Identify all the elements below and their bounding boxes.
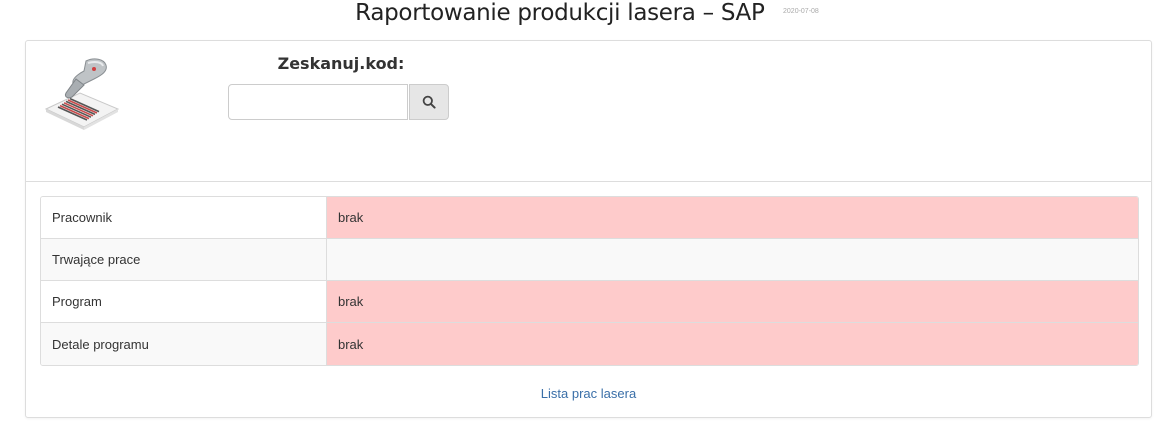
program-details-label: Detale programu — [41, 323, 327, 365]
table-row-program: Program brak — [41, 281, 1138, 323]
table-row-program-details: Detale programu brak — [41, 323, 1138, 365]
program-label: Program — [41, 281, 327, 322]
page-header: Raportowanie produkcji lasera – SAP 2020… — [0, 0, 1174, 32]
laser-work-list-link[interactable]: Lista prac lasera — [26, 386, 1151, 401]
program-details-value: brak — [327, 323, 1138, 365]
scan-code-input[interactable] — [228, 84, 408, 120]
ongoing-work-value — [327, 239, 1138, 280]
table-row-ongoing-work: Trwające prace — [41, 239, 1138, 281]
employee-label: Pracownik — [41, 197, 327, 238]
ongoing-work-label: Trwające prace — [41, 239, 327, 280]
main-panel: Zeskanuj.kod: Pracownik brak Trwające pr… — [25, 40, 1152, 418]
search-button[interactable] — [409, 84, 449, 120]
status-table: Pracownik brak Trwające prace Program br… — [40, 196, 1139, 366]
barcode-scanner-icon — [44, 58, 120, 130]
version-date: 2020-07-08 — [783, 8, 819, 15]
scan-code-label: Zeskanuj.kod: — [277, 54, 405, 73]
search-icon — [422, 95, 436, 109]
program-value: brak — [327, 281, 1138, 322]
employee-value: brak — [327, 197, 1138, 238]
table-row-employee: Pracownik brak — [41, 197, 1138, 239]
page-title: Raportowanie produkcji lasera – SAP — [355, 0, 765, 26]
scan-section: Zeskanuj.kod: — [26, 41, 1151, 182]
